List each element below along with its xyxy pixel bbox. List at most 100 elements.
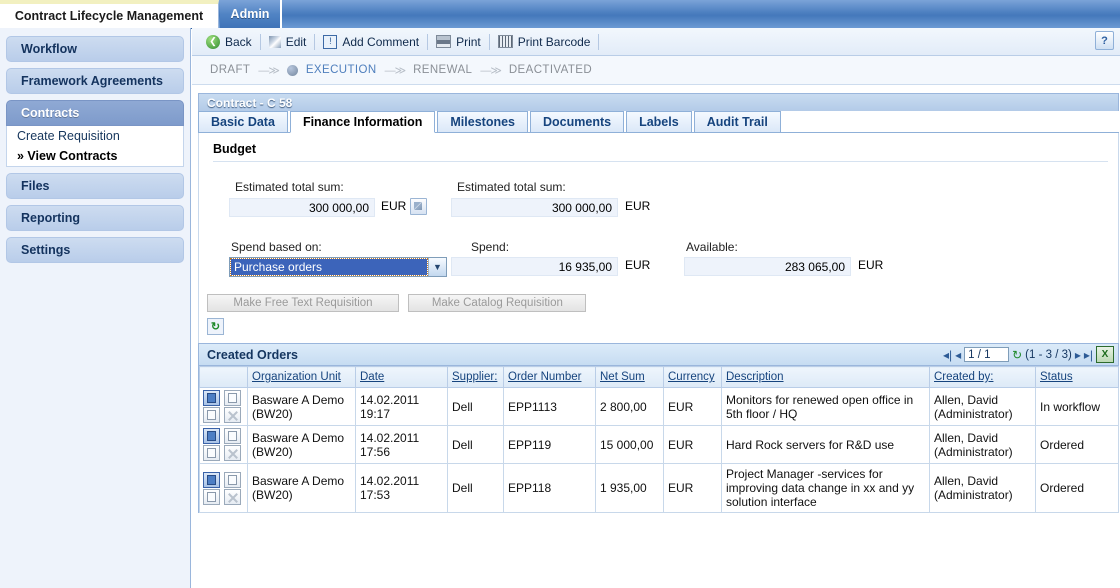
view-details-icon[interactable]	[203, 390, 220, 406]
column-label: Organization Unit	[252, 371, 341, 383]
estimated-total-sum-value-2: 300 000,00	[451, 198, 618, 217]
column-label: Net Sum	[600, 371, 645, 383]
cell-description: Project Manager -services for improving …	[721, 463, 930, 513]
edit-pencil-icon[interactable]	[410, 198, 427, 215]
back-label: Back	[225, 34, 252, 49]
document-icon[interactable]	[203, 407, 220, 423]
document-icon[interactable]	[203, 488, 220, 505]
sidebar-subitem-label: » View Contracts	[17, 149, 118, 163]
barcode-printer-icon	[497, 35, 513, 48]
column-header-organization-unit[interactable]: Organization Unit	[247, 366, 356, 388]
spend-based-on-select[interactable]: Purchase orders ▼	[229, 257, 447, 277]
sidebar-item-reporting[interactable]: Reporting	[6, 205, 184, 231]
refresh-icon[interactable]: ↻	[207, 318, 224, 335]
tab-milestones[interactable]: Milestones	[437, 111, 528, 132]
top-tab-label: Admin	[230, 7, 270, 21]
column-header-created-by[interactable]: Created by:	[929, 366, 1036, 388]
sidebar-item-contracts[interactable]: Contracts	[6, 100, 184, 126]
tab-finance-information[interactable]: Finance Information	[289, 111, 436, 133]
cell-organization-unit: Basware A Demo (BW20)	[247, 463, 356, 513]
cell-net-sum: 2 800,00	[595, 387, 664, 426]
cell-supplier: Dell	[447, 463, 504, 513]
column-header-currency[interactable]: Currency	[663, 366, 722, 388]
created-orders-header: Created Orders ◂| ◂ 1 / 1 ↻ (1 - 3 / 3) …	[199, 344, 1118, 366]
first-page-icon[interactable]: ◂|	[943, 348, 952, 362]
delete-icon[interactable]	[224, 488, 241, 505]
cell-description: Hard Rock servers for R&D use	[721, 425, 930, 464]
cell-date: 14.02.2011 17:53	[355, 463, 448, 513]
column-header-supplier[interactable]: Supplier:	[447, 366, 504, 388]
tab-basic-data[interactable]: Basic Data	[198, 111, 288, 132]
column-label: Status	[1040, 371, 1073, 383]
created-orders-table: Organization Unit Date Supplier: Order N…	[199, 366, 1119, 513]
edit-button[interactable]: Edit	[263, 31, 313, 53]
back-button[interactable]: ❮ Back	[200, 31, 258, 53]
view-details-icon[interactable]	[203, 471, 220, 488]
print-button[interactable]: Print	[430, 31, 487, 53]
delete-icon[interactable]	[224, 407, 241, 423]
estimated-total-sum-value-1: 300 000,00	[229, 198, 375, 217]
column-header-description[interactable]: Description	[721, 366, 930, 388]
spend-based-on-label: Spend based on:	[231, 240, 322, 254]
tab-label: Basic Data	[211, 115, 275, 129]
cell-status: Ordered	[1035, 425, 1119, 464]
delete-icon[interactable]	[224, 445, 241, 461]
spend-label: Spend:	[471, 240, 510, 254]
application-window: Contract Lifecycle Management Admin Work…	[0, 0, 1120, 588]
budget-section-title: Budget	[213, 142, 257, 156]
sidebar-item-files[interactable]: Files	[6, 173, 184, 199]
status-step-deactivated[interactable]: DEACTIVATED	[509, 64, 592, 76]
tab-audit-trail[interactable]: Audit Trail	[693, 111, 781, 132]
document-icon[interactable]	[203, 445, 220, 461]
copy-icon[interactable]	[224, 471, 241, 488]
cell-currency: EUR	[663, 387, 722, 426]
tab-documents[interactable]: Documents	[530, 111, 625, 132]
spend-value: 16 935,00	[451, 257, 618, 276]
sidebar-subitem-create-requisition[interactable]: Create Requisition	[7, 126, 183, 146]
column-header-status[interactable]: Status	[1035, 366, 1119, 388]
column-header-date[interactable]: Date	[355, 366, 448, 388]
copy-icon[interactable]	[224, 390, 241, 406]
top-tab-bar: Contract Lifecycle Management Admin	[0, 0, 1120, 29]
export-to-excel-icon[interactable]: X	[1096, 346, 1114, 363]
copy-icon[interactable]	[224, 428, 241, 444]
sidebar-item-settings[interactable]: Settings	[6, 237, 184, 263]
column-header-order-number[interactable]: Order Number	[503, 366, 596, 388]
print-barcode-button[interactable]: Print Barcode	[492, 31, 597, 53]
last-page-icon[interactable]: ▸|	[1084, 348, 1093, 362]
available-label: Available:	[686, 240, 738, 254]
tab-labels[interactable]: Labels	[626, 111, 692, 132]
edit-label: Edit	[285, 34, 307, 49]
tab-label: Documents	[543, 115, 612, 129]
sidebar-item-workflow[interactable]: Workflow	[6, 36, 184, 62]
status-step-renewal[interactable]: RENEWAL	[413, 64, 472, 76]
sidebar-subitem-view-contracts[interactable]: » View Contracts	[7, 146, 183, 166]
column-label: Date	[360, 371, 385, 383]
add-comment-button[interactable]: ! Add Comment	[317, 31, 425, 53]
refresh-grid-icon[interactable]: ↻	[1012, 348, 1022, 362]
cell-date: 14.02.2011 17:56	[355, 425, 448, 464]
finance-panel: Budget Estimated total sum: 300 000,00 E…	[198, 133, 1119, 343]
chevron-down-icon[interactable]: ▼	[428, 258, 446, 276]
top-tab-admin[interactable]: Admin	[220, 0, 282, 28]
next-page-icon[interactable]: ▸	[1075, 348, 1081, 362]
table-row: Basware A Demo (BW20) 14.02.2011 19:17 D…	[199, 387, 1119, 426]
status-step-draft[interactable]: DRAFT	[210, 64, 250, 76]
page-title: Contract - C 58	[198, 93, 1119, 111]
tab-label: Finance Information	[302, 115, 423, 129]
cell-supplier: Dell	[447, 425, 504, 464]
status-step-execution[interactable]: EXECUTION	[306, 64, 377, 76]
cell-description: Monitors for renewed open office in 5th …	[721, 387, 930, 426]
make-free-text-requisition-button[interactable]: Make Free Text Requisition	[207, 294, 399, 312]
column-header-net-sum[interactable]: Net Sum	[595, 366, 664, 388]
sidebar-item-framework-agreements[interactable]: Framework Agreements	[6, 68, 184, 94]
estimated-total-sum-unit-1: EUR	[381, 199, 407, 213]
page-number-input[interactable]: 1 / 1	[964, 347, 1010, 362]
help-icon[interactable]: ?	[1095, 31, 1114, 50]
make-catalog-requisition-button[interactable]: Make Catalog Requisition	[408, 294, 587, 312]
top-tab-contract-lifecycle-management[interactable]: Contract Lifecycle Management	[0, 0, 219, 28]
view-details-icon[interactable]	[203, 428, 220, 444]
sidebar-item-label: Contracts	[21, 106, 80, 120]
sidebar-item-label: Reporting	[21, 211, 81, 225]
previous-page-icon[interactable]: ◂	[955, 348, 961, 362]
